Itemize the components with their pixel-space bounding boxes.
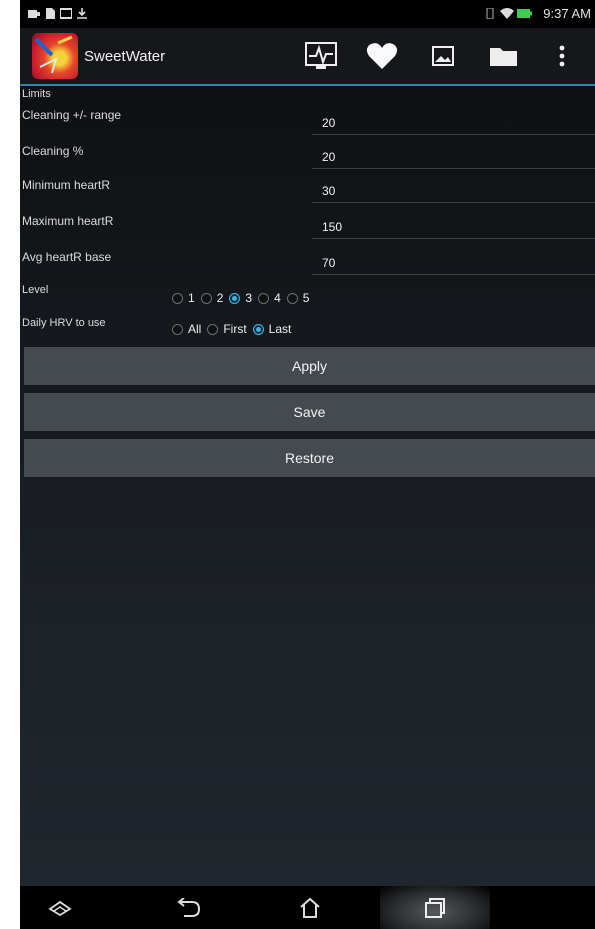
clock: 9:37 AM [543,6,591,21]
level-option-3[interactable]: 3 [229,291,252,305]
radio-checked-icon [252,323,264,335]
radio-unchecked-icon [172,323,183,335]
avg-heartr-base-value: 70 [322,256,336,270]
level-option-1[interactable]: 1 [172,291,195,305]
cleaning-range-input[interactable]: 20 [312,110,595,135]
avg-heartr-base-input[interactable]: 70 [312,250,595,275]
cleaning-range-label: Cleaning +/- range [22,108,122,122]
level-option-2[interactable]: 2 [200,291,223,305]
minimum-heartr-input[interactable]: 30 [312,178,595,203]
radio-unchecked-icon [200,292,212,304]
daily-hrv-label: Daily HRV to use [22,317,106,329]
download-icon [77,8,87,19]
save-button[interactable]: Save [24,393,595,431]
cleaning-range-value: 20 [322,116,336,130]
home-button[interactable] [290,894,330,922]
overflow-menu-button[interactable] [552,40,572,72]
app-logo-icon[interactable] [32,33,78,79]
cleaning-percent-value: 20 [322,150,336,164]
daily-hrv-option-last[interactable]: Last [252,322,291,336]
daily-hrv-option-all[interactable]: All [172,322,201,336]
heart-icon [366,43,398,69]
device-screen: 9:37 AM SweetWater Limits Cleaning +/- r… [20,0,595,929]
radio-unchecked-icon [207,323,219,335]
app-title: SweetWater [84,48,166,65]
apply-button[interactable]: Apply [24,347,595,385]
radio-unchecked-icon [258,292,270,304]
sim-icon [46,8,55,19]
battery-icon [517,9,532,18]
folder-icon [490,48,517,66]
navigation-bar [20,886,595,929]
home-icon [300,897,320,918]
level-label: Level [22,284,49,296]
radio-unchecked-icon [172,292,183,304]
cleaning-percent-input[interactable]: 20 [312,144,595,169]
cleaning-percent-label: Cleaning % [22,144,84,158]
recent-apps-icon [425,898,445,918]
restore-button[interactable]: Restore [24,439,595,477]
back-icon [177,898,201,917]
ecg-monitor-icon [305,42,337,69]
ecg-monitor-button[interactable] [304,40,338,72]
wifi-icon [500,8,514,19]
maximum-heartr-value: 150 [322,220,343,234]
recent-apps-button[interactable] [415,894,455,922]
action-bar: SweetWater [20,28,595,86]
minimum-heartr-label: Minimum heartR [22,178,111,192]
vibrate-icon [486,8,494,19]
section-label-limits: Limits [22,88,51,100]
status-bar: 9:37 AM [20,0,595,28]
back-button[interactable] [168,894,208,922]
asus-menu-icon [48,900,72,917]
heart-button[interactable] [365,40,399,72]
maximum-heartr-label: Maximum heartR [22,214,114,228]
level-radio-group: 1 2 3 4 5 [172,288,315,308]
picture-icon [432,46,454,66]
daily-hrv-radio-group: All First Last [172,319,297,339]
daily-hrv-option-first[interactable]: First [207,322,247,336]
maximum-heartr-input[interactable]: 150 [312,214,595,239]
radio-checked-icon [229,292,241,304]
overflow-menu-icon [559,45,565,67]
image-icon [60,8,72,19]
picture-button[interactable] [426,40,460,72]
minimum-heartr-value: 30 [322,184,336,198]
asus-menu-button[interactable] [40,894,80,922]
level-option-4[interactable]: 4 [258,291,281,305]
folder-button[interactable] [487,40,521,72]
battery-charging-icon [28,10,40,18]
avg-heartr-base-label: Avg heartR base [22,250,112,264]
level-option-5[interactable]: 5 [286,291,309,305]
radio-unchecked-icon [286,292,298,304]
